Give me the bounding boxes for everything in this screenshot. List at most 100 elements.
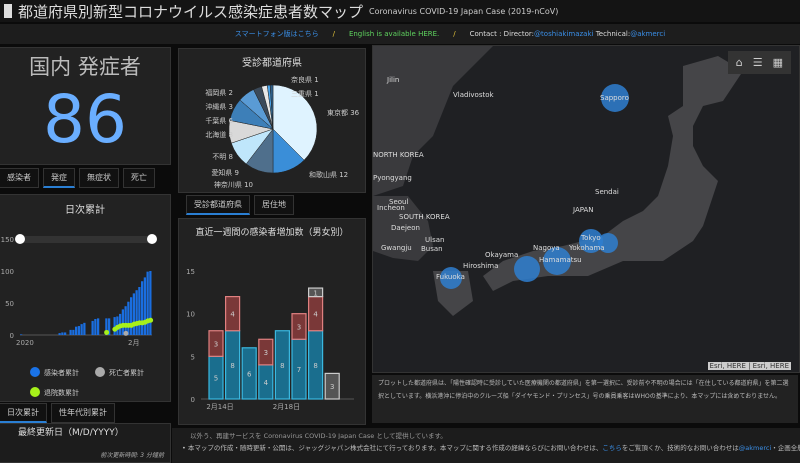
cumulative-bar[interactable]: [75, 326, 78, 335]
cumulative-bar[interactable]: [113, 317, 116, 335]
y-tick-label: 15: [186, 268, 195, 276]
pie-panel: 受診都道府県 東京都 36 和歌山県 12 神奈川県 10 愛知県 9 不明 8 北海道 …: [178, 48, 366, 193]
range-slider-track[interactable]: [20, 236, 152, 243]
cumulative-bar[interactable]: [72, 329, 75, 335]
link-bar: スマートフォン版はこちら / English is available HERE…: [0, 24, 800, 44]
tab-counter-3[interactable]: 死亡: [123, 168, 155, 188]
daily-chart: 0 50 100 150 2020 2月感染者累計 死亡者累計退院数累計: [1, 234, 157, 397]
pie-chart: 東京都 36 和歌山県 12 神奈川県 10 愛知県 9 不明 8 北海道 8 千葉県 6 沖…: [205, 75, 360, 189]
tab-pie-0[interactable]: 受診都道府県: [186, 195, 250, 215]
map-toolbar: ⌂ ☰ ▦: [727, 51, 791, 74]
daily-tabs: 日次累計 性年代別累計: [0, 403, 115, 423]
bar-value-label: 1: [313, 289, 317, 297]
cumulative-bar[interactable]: [91, 320, 94, 335]
cumulative-bar[interactable]: [124, 306, 127, 335]
cumulative-bar[interactable]: [20, 334, 23, 335]
pie-label: 不明 8: [212, 153, 233, 161]
pie-label: 北海道 8: [205, 130, 233, 139]
map-label: JAPAN: [573, 206, 594, 214]
map-label: Daejeon: [391, 224, 420, 232]
map-label: Nagoya: [533, 244, 560, 252]
cumulative-bar[interactable]: [138, 287, 141, 335]
director-link[interactable]: @toshiakimazaki: [534, 30, 593, 38]
recovered-point[interactable]: [104, 329, 110, 335]
home-icon[interactable]: ⌂: [736, 56, 743, 69]
map-label: Jilin: [387, 76, 400, 84]
contact-link[interactable]: こちら: [602, 444, 622, 452]
cumulative-bar[interactable]: [130, 297, 133, 335]
counter-value: 86: [43, 81, 127, 158]
cumulative-bar[interactable]: [64, 332, 67, 335]
pie-label: 沖縄県 3: [205, 102, 233, 111]
smartphone-link[interactable]: スマートフォン版はこちら: [235, 29, 319, 39]
bar-value-label: 4: [264, 379, 269, 387]
cumulative-bar[interactable]: [83, 322, 86, 335]
bar-value-label: 3: [330, 383, 334, 391]
tab-pie-1[interactable]: 居住地: [254, 195, 294, 215]
cumulative-bar[interactable]: [127, 301, 130, 335]
tab-daily-0[interactable]: 日次累計: [0, 403, 47, 423]
cumulative-bar[interactable]: [146, 271, 149, 335]
bar-value-label: 3: [264, 349, 268, 357]
title-bar: 都道府県別新型コロナウイルス感染症患者数マップ Coronavirus COVI…: [0, 0, 800, 22]
map-label: Vladivostok: [453, 91, 494, 99]
pie-label: 東京都 36: [327, 108, 360, 117]
map-attribution[interactable]: Esri, HERE | Esri, HERE: [707, 362, 791, 370]
app-subtitle: Coronavirus COVID-19 Japan Case (2019-nC…: [369, 6, 559, 16]
cumulative-bar[interactable]: [58, 333, 61, 335]
tab-counter-1[interactable]: 発症: [43, 168, 75, 188]
map-label: SOUTH KOREA: [399, 213, 450, 221]
bar-value-label: 6: [247, 370, 252, 378]
bar-value-label: 8: [230, 362, 234, 370]
tab-daily-1[interactable]: 性年代別累計: [51, 403, 115, 423]
cumulative-bar[interactable]: [94, 319, 97, 335]
logo-icon: [4, 4, 12, 18]
counter-tabs: 感染者 発症 無症状 死亡: [0, 168, 155, 188]
bar-value-label: 3: [297, 323, 301, 331]
technical-link[interactable]: @akmerci: [630, 30, 665, 38]
cumulative-bar[interactable]: [149, 271, 152, 335]
pie-label: 千葉県 6: [205, 116, 233, 125]
cumulative-bar[interactable]: [135, 290, 138, 335]
legend-marker: [30, 387, 40, 397]
recovered-point[interactable]: [148, 317, 154, 323]
counter-panel: 国内 発症者 86: [0, 47, 171, 165]
bar-value-label: 3: [214, 341, 218, 349]
separator: /: [453, 30, 456, 38]
y-tick-label: 150: [1, 236, 14, 244]
pie-label: 神奈川県 10: [214, 180, 253, 189]
cumulative-bar[interactable]: [97, 318, 100, 335]
technical-contact-link[interactable]: @akmerci: [739, 444, 772, 452]
cumulative-bar[interactable]: [80, 324, 83, 335]
case-bubble[interactable]: [514, 256, 540, 282]
map-label: NORTH KOREA: [373, 151, 424, 159]
cumulative-bar[interactable]: [121, 309, 124, 335]
y-tick-label: 50: [5, 300, 14, 308]
map-panel[interactable]: Jilin Vladivostok NORTH KOREA Pyongyang Seou…: [372, 45, 800, 373]
cumulative-bar[interactable]: [77, 326, 80, 335]
cumulative-bar[interactable]: [132, 293, 135, 335]
tab-counter-2[interactable]: 無症状: [79, 168, 119, 188]
info-section: 以外う、再建サービスを Coronavirus COVID-19 Japan C…: [172, 428, 800, 463]
cumulative-bar[interactable]: [141, 281, 144, 335]
pie-label: 愛知県 9: [211, 168, 239, 177]
english-link[interactable]: English is available HERE.: [349, 30, 439, 38]
map-label: Incheon: [377, 204, 405, 212]
cumulative-bar[interactable]: [61, 332, 64, 335]
stack-chart: 0 5 10 15 5 3 2月14日 8 4 6 4 3 8 2月18日 7 3 8 4 1 3: [186, 268, 354, 411]
range-slider-handle[interactable]: [147, 234, 157, 244]
y-tick-label: 0: [10, 332, 14, 340]
map-label: Hiroshima: [463, 262, 499, 270]
cumulative-bar[interactable]: [143, 277, 146, 335]
cumulative-bar[interactable]: [69, 329, 72, 335]
pie-label: 奈良県 1: [291, 75, 319, 84]
basemap-gallery-icon[interactable]: ▦: [773, 56, 783, 69]
legend-list-icon[interactable]: ☰: [753, 56, 763, 69]
range-slider-handle[interactable]: [15, 234, 25, 244]
y-tick-label: 0: [191, 396, 195, 404]
map-label: Pyongyang: [373, 174, 412, 182]
map-label: Ulsan: [425, 236, 445, 244]
death-point[interactable]: [123, 330, 129, 336]
bar-value-label: 8: [280, 362, 284, 370]
tab-counter-0[interactable]: 感染者: [0, 168, 39, 188]
